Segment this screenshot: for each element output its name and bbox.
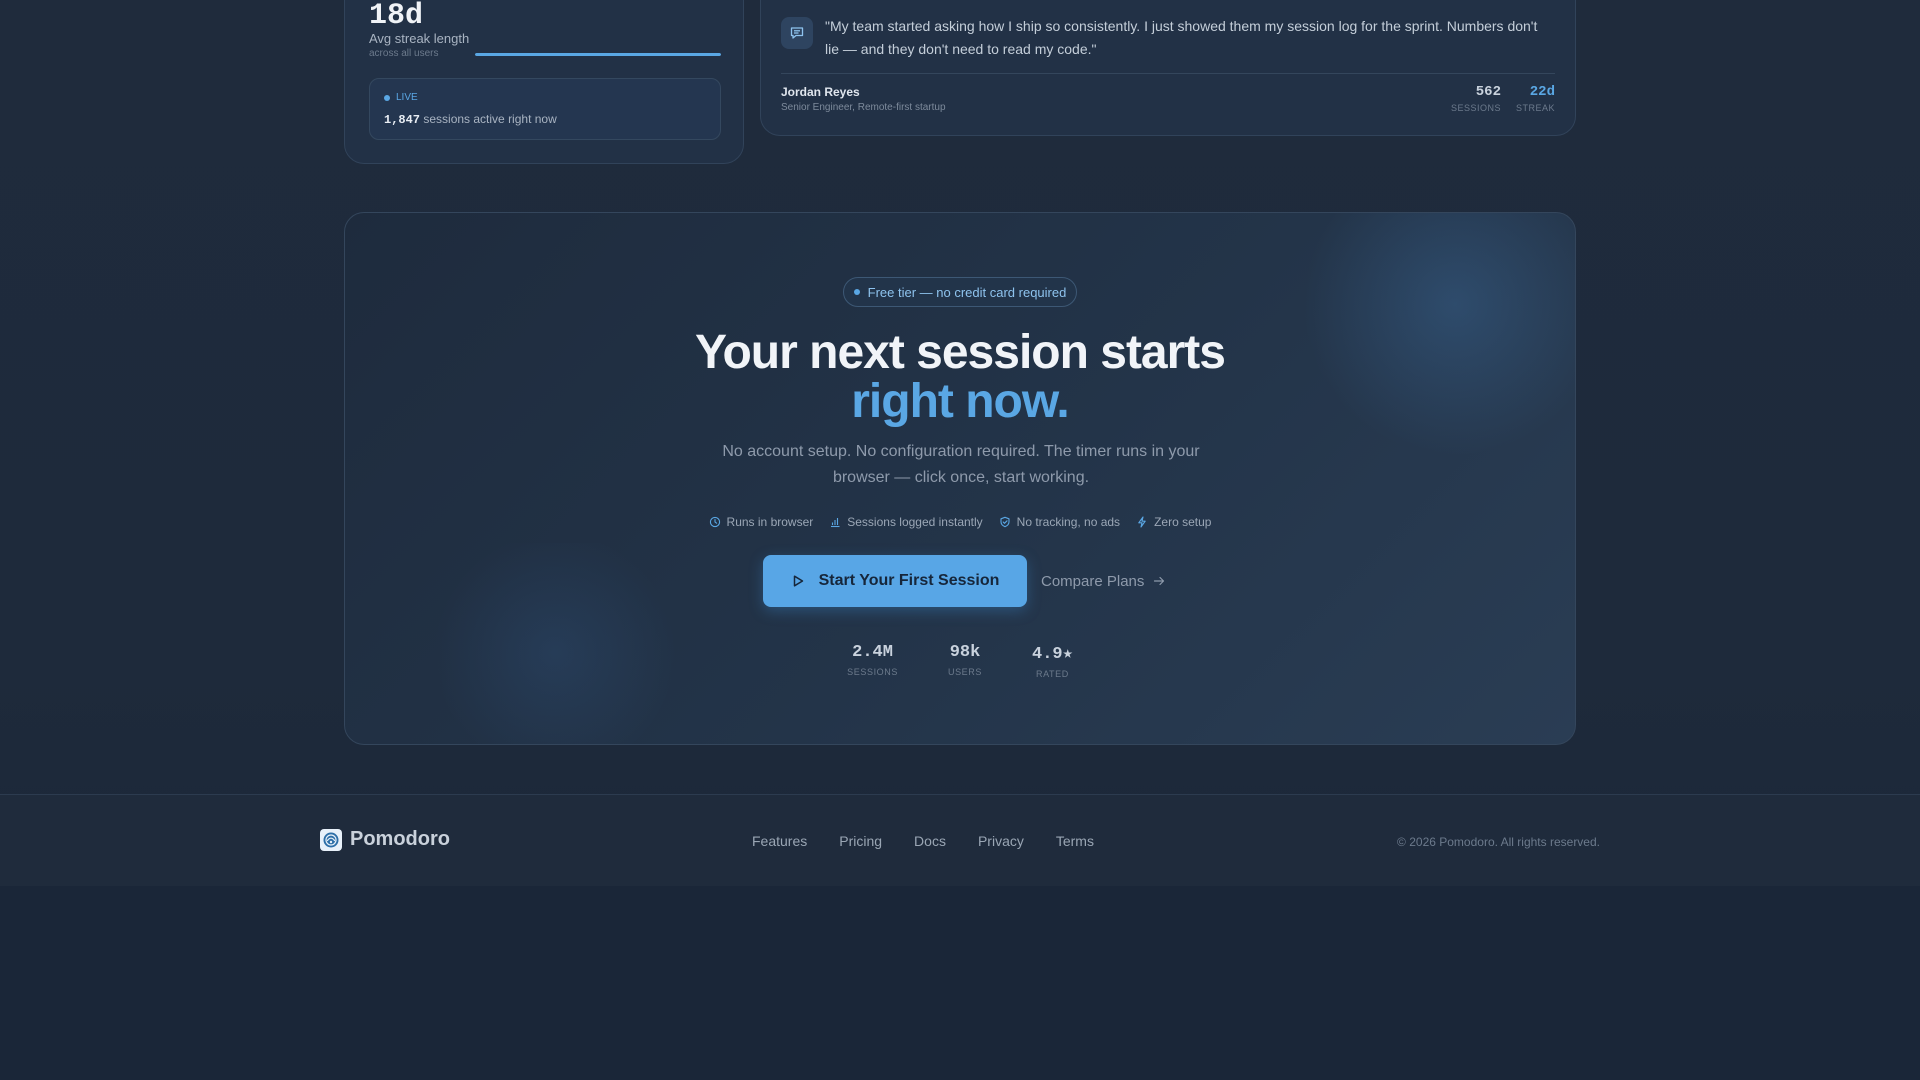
divider <box>781 73 1555 74</box>
testimonial-sessions-label: SESSIONS <box>1450 103 1501 113</box>
badge-dot-icon <box>853 289 860 295</box>
arrow-right-icon <box>1154 576 1165 586</box>
streak-stat-card: 18d Avg streak length across all users L… <box>344 0 744 164</box>
live-sessions-caption: sessions active right now <box>423 112 557 126</box>
pomodoro-logo-icon <box>320 828 342 851</box>
free-tier-badge: Free tier — no credit card required <box>843 277 1077 307</box>
footer-link-docs[interactable]: Docs <box>914 833 946 849</box>
users-stat-label: USERS <box>947 667 982 677</box>
compare-plans-link[interactable]: Compare Plans <box>1041 555 1166 607</box>
streak-progress-fill <box>475 53 721 56</box>
users-stat-value: 98k <box>949 643 981 662</box>
footer-link-pricing[interactable]: Pricing <box>839 833 882 849</box>
testimonial-sessions-stat: 562 SESSIONS <box>1451 84 1501 113</box>
testimonial-streak-label: STREAK <box>1515 103 1555 113</box>
feature-label: Sessions logged instantly <box>847 515 983 529</box>
rating-stat: 4.9★ RATED <box>1032 643 1073 679</box>
play-icon <box>793 575 803 587</box>
rating-stat-label: RATED <box>1036 669 1069 679</box>
rating-stat-value: 4.9★ <box>1032 645 1073 664</box>
avg-streak-label: Avg streak length <box>369 31 470 46</box>
live-label: LIVE <box>396 92 418 103</box>
site-footer: Pomodoro Features Pricing Docs Privacy T… <box>0 794 1920 886</box>
footer-brand-name: Pomodoro <box>350 828 450 850</box>
feature-item: No tracking, no ads <box>999 515 1120 529</box>
footer-nav: Features Pricing Docs Privacy Terms <box>752 833 1094 849</box>
cta-subheading: No account setup. No configuration requi… <box>722 443 1200 486</box>
page-bottom-area <box>0 886 1920 1080</box>
footer-link-privacy[interactable]: Privacy <box>978 833 1024 849</box>
live-sessions-text: 1,847 sessions active right now <box>384 112 557 127</box>
users-stat: 98k USERS <box>948 643 982 679</box>
live-sessions-count: 1,847 <box>384 113 421 127</box>
start-first-session-button[interactable]: Start Your First Session <box>763 555 1027 607</box>
feature-item: Runs in browser <box>709 515 814 529</box>
feature-label: Runs in browser <box>726 515 814 529</box>
sessions-stat-value: 2.4M <box>852 643 893 662</box>
cta-stats: 2.4M SESSIONS 98k USERS 4.9★ RATED <box>345 643 1575 679</box>
live-badge: LIVE <box>384 92 418 103</box>
free-tier-text: Free tier — no credit card required <box>867 284 1067 300</box>
testimonial-sessions-value: 562 <box>1475 84 1501 100</box>
shield-icon <box>1000 516 1010 528</box>
copyright-text: © 2026 Pomodoro. All rights reserved. <box>1397 835 1600 849</box>
testimonial-streak-stat: 22d STREAK <box>1516 84 1555 113</box>
streak-progress-bar <box>475 53 721 56</box>
footer-brand[interactable]: Pomodoro <box>320 828 450 851</box>
live-dot-icon <box>384 94 390 101</box>
headline-line-1: Your next session starts <box>695 326 1226 379</box>
testimonial-streak-value: 22d <box>1529 84 1555 100</box>
avg-streak-value: 18d <box>369 0 424 33</box>
bolt-icon <box>1138 516 1146 528</box>
start-button-label: Start Your First Session <box>818 572 1000 589</box>
page: 18d Avg streak length across all users L… <box>0 0 1920 1080</box>
sessions-stat-label: SESSIONS <box>847 667 898 677</box>
feature-label: No tracking, no ads <box>1016 515 1121 529</box>
feature-item: Zero setup <box>1136 515 1211 529</box>
feature-item: Sessions logged instantly <box>829 515 983 529</box>
feature-list: Runs in browser Sessions logged instantl… <box>345 515 1575 529</box>
testimonial-author-role: Senior Engineer, Remote-first startup <box>781 102 946 113</box>
testimonial-quote: "My team started asking how I ship so co… <box>825 18 1538 57</box>
chat-bubble-icon <box>781 17 813 49</box>
compare-plans-label: Compare Plans <box>1041 572 1145 590</box>
headline-line-2: right now. <box>851 375 1070 428</box>
avg-streak-sublabel: across all users <box>369 48 439 59</box>
sessions-stat: 2.4M SESSIONS <box>847 643 898 679</box>
footer-link-terms[interactable]: Terms <box>1056 833 1094 849</box>
bar-chart-icon <box>831 518 840 528</box>
feature-label: Zero setup <box>1154 515 1212 529</box>
footer-link-features[interactable]: Features <box>752 833 807 849</box>
live-sessions-box: LIVE 1,847 sessions active right now <box>369 78 721 140</box>
clock-icon <box>709 516 720 528</box>
cta-panel: Free tier — no credit card required Your… <box>344 212 1576 745</box>
testimonial-author-name: Jordan Reyes <box>781 85 860 99</box>
cta-headline: Your next session starts right now. <box>345 328 1575 426</box>
testimonial-card: "My team started asking how I ship so co… <box>760 0 1576 136</box>
